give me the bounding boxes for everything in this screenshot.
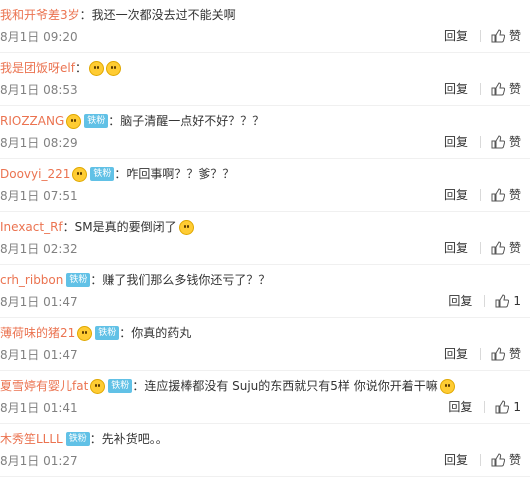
like-button[interactable]: 赞	[491, 347, 521, 361]
comment-text: ：SM是真的要倒闭了	[62, 220, 177, 234]
thumbs-up-icon	[491, 453, 505, 467]
comment-time: 8月1日 01:47	[0, 348, 78, 362]
action-separator	[479, 242, 481, 254]
fan-badge: 铁粉	[66, 273, 91, 287]
reply-button[interactable]: 回复	[444, 347, 468, 361]
comment-item: crh_ribbon 铁粉 ：赚了我们那么多钱你还亏了？？ 8月1日 01:47…	[0, 265, 530, 318]
comment-time: 8月1日 01:27	[0, 454, 78, 468]
comment-text: ：脑子清醒一点好不好？？？	[108, 114, 265, 128]
like-button[interactable]: 赞	[491, 82, 521, 96]
like-button[interactable]: 赞	[491, 453, 521, 467]
comment-item: 我和开爷差3岁 ：我还一次都没去过不能关啊 8月1日 09:20 回复 赞	[0, 0, 530, 53]
like-button[interactable]: 赞	[491, 135, 521, 149]
comment-text: ：咋回事啊？？爹？？	[114, 167, 235, 181]
comment-username[interactable]: crh_ribbon	[0, 271, 63, 289]
comment-time: 8月1日 07:51	[0, 189, 78, 203]
comment-text: ：你真的药丸	[119, 326, 192, 340]
thumbs-up-icon	[495, 294, 510, 308]
like-button[interactable]: 赞	[491, 188, 521, 202]
reply-button[interactable]: 回复	[448, 400, 472, 414]
action-separator	[484, 401, 486, 413]
fan-badge: 铁粉	[65, 432, 90, 446]
comment-username[interactable]: 夏雪婷有婴儿fat	[0, 377, 88, 395]
action-separator	[479, 83, 481, 95]
like-label: 赞	[508, 82, 521, 96]
fan-badge: 铁粉	[108, 379, 133, 393]
thumbs-up-icon	[491, 347, 505, 361]
like-label: 赞	[508, 453, 521, 467]
comment-username[interactable]: Doovyi_221	[0, 165, 70, 183]
comment-item: 薄荷味的猪21 铁粉 ：你真的药丸 8月1日 01:47 回复 赞	[0, 318, 530, 371]
thumbs-up-icon	[491, 82, 505, 96]
thumbs-up-icon	[495, 400, 510, 414]
emoji-icon	[105, 60, 121, 76]
comment-username[interactable]: 木秀笙LLLL	[0, 430, 63, 448]
comment-item: 木秀笙LLLL 铁粉 ：先补货吧。。 8月1日 01:27 回复 赞	[0, 424, 530, 477]
level-icon	[72, 166, 88, 182]
comment-item: 夏雪婷有婴儿fat 铁粉 ：连应援棒都没有 Suju的东西就只有5样 你说你开着…	[0, 371, 530, 424]
action-separator	[484, 295, 486, 307]
level-icon	[66, 113, 82, 129]
thumbs-up-icon	[491, 29, 505, 43]
comment-item: Inexact_Rf ：SM是真的要倒闭了 8月1日 02:32 回复 赞	[0, 212, 530, 265]
reply-button[interactable]: 回复	[444, 82, 468, 96]
comment-text: ：赚了我们那么多钱你还亏了？？	[90, 273, 271, 287]
level-icon	[90, 378, 106, 394]
action-separator	[479, 136, 481, 148]
comment-time: 8月1日 02:32	[0, 242, 78, 256]
comment-text: ：我还一次都没去过不能关啊	[79, 8, 236, 22]
like-label: 赞	[508, 188, 521, 202]
reply-button[interactable]: 回复	[444, 29, 468, 43]
comment-username[interactable]: 我和开爷差3岁	[0, 6, 80, 24]
reply-button[interactable]: 回复	[444, 453, 468, 467]
comment-item: Doovyi_221 铁粉 ：咋回事啊？？爹？？ 8月1日 07:51 回复 赞	[0, 159, 530, 212]
thumbs-up-icon	[491, 241, 505, 255]
like-button[interactable]: 1	[495, 400, 521, 414]
comment-time: 8月1日 01:47	[0, 295, 78, 309]
emoji-icon	[439, 378, 455, 394]
comment-text: ：连应援棒都没有 Suju的东西就只有5样 你说你开着干嘛	[132, 379, 438, 393]
like-button[interactable]: 1	[495, 294, 521, 308]
comment-username[interactable]: RIOZZANG	[0, 112, 64, 130]
like-button[interactable]: 赞	[491, 29, 521, 43]
comment-item: RIOZZANG 铁粉 ：脑子清醒一点好不好？？？ 8月1日 08:29 回复 …	[0, 106, 530, 159]
comment-time: 8月1日 09:20	[0, 30, 78, 44]
comment-username[interactable]: 薄荷味的猪21	[0, 324, 75, 342]
thumbs-up-icon	[491, 135, 505, 149]
comment-text: ：	[74, 61, 87, 75]
like-label: 赞	[508, 29, 521, 43]
like-count: 1	[513, 294, 521, 308]
comment-time: 8月1日 01:41	[0, 401, 78, 415]
comment-time: 8月1日 08:53	[0, 83, 78, 97]
fan-badge: 铁粉	[84, 114, 109, 128]
action-separator	[479, 348, 481, 360]
fan-badge: 铁粉	[90, 167, 115, 181]
like-label: 赞	[508, 347, 521, 361]
like-label: 赞	[508, 241, 521, 255]
action-separator	[479, 189, 481, 201]
comment-list: 我和开爷差3岁 ：我还一次都没去过不能关啊 8月1日 09:20 回复 赞 我是…	[0, 0, 530, 477]
reply-button[interactable]: 回复	[444, 241, 468, 255]
comment-time: 8月1日 08:29	[0, 136, 78, 150]
like-button[interactable]: 赞	[491, 241, 521, 255]
action-separator	[479, 30, 481, 42]
level-icon	[77, 325, 93, 341]
reply-button[interactable]: 回复	[444, 135, 468, 149]
comment-item: 我是团饭呀elf ： 8月1日 08:53 回复 赞	[0, 53, 530, 106]
action-separator	[479, 454, 481, 466]
fan-badge: 铁粉	[95, 326, 120, 340]
like-count: 1	[513, 400, 521, 414]
emoji-icon	[178, 219, 194, 235]
like-label: 赞	[508, 135, 521, 149]
reply-button[interactable]: 回复	[444, 188, 468, 202]
emoji-icon	[88, 60, 104, 76]
comment-text: ：先补货吧。。	[89, 432, 168, 446]
comment-username[interactable]: 我是团饭呀elf	[0, 59, 75, 77]
thumbs-up-icon	[491, 188, 505, 202]
reply-button[interactable]: 回复	[448, 294, 472, 308]
comment-username[interactable]: Inexact_Rf	[0, 218, 63, 236]
